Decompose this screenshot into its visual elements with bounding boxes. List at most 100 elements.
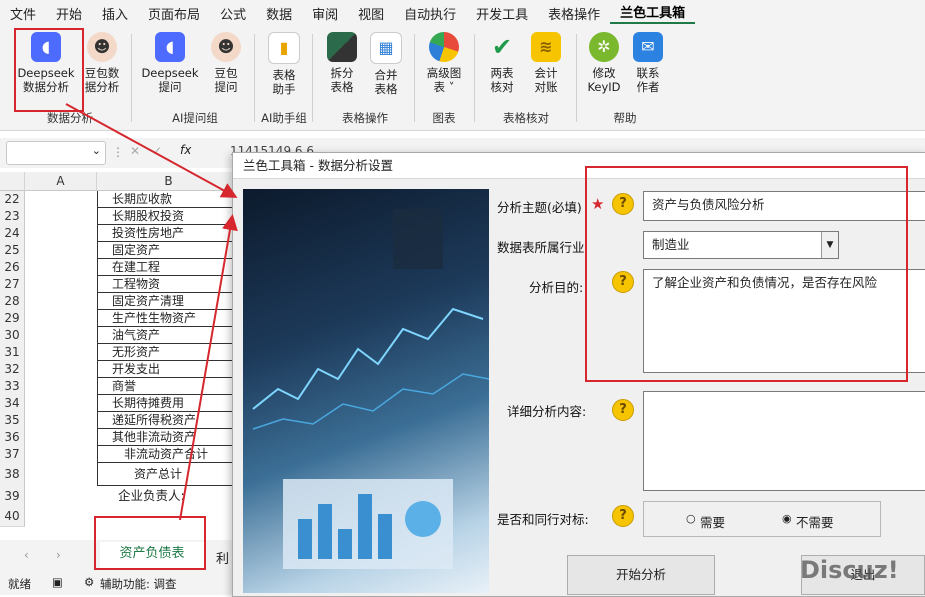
tab-next-icon[interactable]: › <box>56 548 61 562</box>
row-header[interactable]: 34 <box>0 395 25 413</box>
corner-select-all[interactable] <box>0 172 25 191</box>
row-header[interactable]: 35 <box>0 412 25 430</box>
row-header[interactable]: 29 <box>0 310 25 328</box>
detail-label: 详细分析内容: <box>507 404 587 419</box>
key-gear-icon: ✲ <box>589 32 619 62</box>
cell-b[interactable]: 固定资产清理 <box>97 293 240 310</box>
menu-data[interactable]: 数据 <box>256 4 302 23</box>
highlight-box-fields <box>585 166 908 382</box>
cell-b[interactable]: 固定资产 <box>97 242 240 259</box>
cell-b[interactable]: 资产总计 <box>97 463 240 486</box>
cell-b[interactable]: 生产性生物资产 <box>97 310 240 327</box>
doubao-ask-button[interactable]: ☻ 豆包 提问 <box>204 32 248 94</box>
cell-b[interactable]: 企业负责人: <box>118 486 185 506</box>
dashboard-illustration <box>243 189 489 593</box>
menu-page-layout[interactable]: 页面布局 <box>138 4 210 23</box>
start-analysis-button[interactable]: 开始分析 <box>567 555 715 595</box>
topic-label: 分析主题(必填) <box>497 200 582 215</box>
cell-b[interactable]: 在建工程 <box>97 259 240 276</box>
menu-file[interactable]: 文件 <box>0 4 46 23</box>
watermark: Discuz! <box>800 556 899 584</box>
advanced-chart-button[interactable]: 高级图 表 ˅ <box>420 32 468 94</box>
contact-author-button[interactable]: ✉ 联系 作者 <box>626 32 670 94</box>
row-header[interactable]: 24 <box>0 225 25 243</box>
analysis-settings-dialog: 兰色工具箱 - 数据分析设置 分析主题(必填) ★ ? 资产与负债风险分析 数据… <box>232 152 925 597</box>
cell-b[interactable]: 其他非流动资产 <box>97 429 240 446</box>
radio-need[interactable]: ○ <box>686 512 696 525</box>
split-table-button[interactable]: 拆分 表格 <box>320 32 364 94</box>
group-label-ai-assistant: AI助手组 <box>261 111 307 125</box>
cell-b[interactable]: 长期应收款 <box>97 191 240 208</box>
row-header[interactable]: 37 <box>0 446 25 464</box>
radio-need-label: 需要 <box>700 515 726 530</box>
split-table-icon <box>327 32 357 62</box>
status-accessibility[interactable]: 辅助功能: 调查 <box>100 576 177 592</box>
menu-home[interactable]: 开始 <box>46 4 92 23</box>
cell-b[interactable]: 无形资产 <box>97 344 240 361</box>
sheet-tab-next[interactable]: 利 <box>216 548 229 567</box>
name-box[interactable]: ⌄ <box>6 141 106 165</box>
menu-developer[interactable]: 开发工具 <box>466 4 538 23</box>
column-header-b[interactable]: B <box>97 172 241 191</box>
row-header[interactable]: 25 <box>0 242 25 260</box>
row-header[interactable]: 36 <box>0 429 25 447</box>
row-header[interactable]: 28 <box>0 293 25 311</box>
menu-formulas[interactable]: 公式 <box>210 4 256 23</box>
cell-b[interactable]: 递延所得税资产 <box>97 412 240 429</box>
doubao-avatar-icon: ☻ <box>211 32 241 62</box>
detail-help-icon[interactable]: ? <box>612 399 634 421</box>
cell-b[interactable]: 长期股权投资 <box>97 208 240 225</box>
pie-chart-icon <box>429 32 459 62</box>
worksheet-grid: A B 22 长期应收款 23 长期股权投资 24 投资性房地产 25 固定资产 26 在建工程 2… <box>0 172 241 540</box>
accounting-reconcile-button[interactable]: ≋ 会计 对账 <box>524 32 568 94</box>
two-table-check-button[interactable]: ✔ 两表 核对 <box>480 32 524 94</box>
radio-no-need[interactable]: ◉ <box>782 512 792 525</box>
merge-table-button[interactable]: ▦ 合并 表格 <box>364 32 408 96</box>
row-header[interactable]: 33 <box>0 378 25 396</box>
radio-no-need-label: 不需要 <box>796 515 834 530</box>
menu-lanse-toolbox[interactable]: 兰色工具箱 <box>610 2 696 24</box>
group-label-table-check: 表格核对 <box>503 111 549 125</box>
cell-b[interactable]: 长期待摊费用 <box>97 395 240 412</box>
doubao-analysis-button[interactable]: ☻ 豆包数 据分析 <box>80 32 124 94</box>
menu-view[interactable]: 视图 <box>348 4 394 23</box>
row-header[interactable]: 27 <box>0 276 25 294</box>
row-header[interactable]: 26 <box>0 259 25 277</box>
row-header[interactable]: 23 <box>0 208 25 226</box>
row-header[interactable]: 22 <box>0 191 25 209</box>
status-bar: 就绪 ▣ ⚙ 辅助功能: 调查 <box>0 572 240 595</box>
tab-prev-icon[interactable]: ‹ <box>24 548 29 562</box>
menu-insert[interactable]: 插入 <box>92 4 138 23</box>
row-header[interactable]: 31 <box>0 344 25 362</box>
checkmark-icon: ✔ <box>491 33 513 61</box>
deepseek-ask-button[interactable]: ◖ Deepseek 提问 <box>140 32 200 94</box>
deepseek-whale-icon: ◖ <box>155 32 185 62</box>
row-header[interactable]: 32 <box>0 361 25 379</box>
group-label-chart: 图表 <box>432 111 456 125</box>
merge-table-icon: ▦ <box>370 32 402 64</box>
menu-table-ops[interactable]: 表格操作 <box>538 4 610 23</box>
group-label-ai-ask: AI提问组 <box>172 111 218 125</box>
cell-b[interactable]: 工程物资 <box>97 276 240 293</box>
cell-b[interactable]: 油气资产 <box>97 327 240 344</box>
row-header[interactable]: 40 <box>0 506 25 527</box>
cell-b[interactable]: 商誉 <box>97 378 240 395</box>
row-header[interactable]: 38 <box>0 463 25 487</box>
column-header-a[interactable]: A <box>25 172 97 191</box>
table-assistant-button[interactable]: ▮ 表格 助手 <box>262 32 306 96</box>
menu-review[interactable]: 审阅 <box>302 4 348 23</box>
cell-b[interactable]: 投资性房地产 <box>97 225 240 242</box>
macro-icon[interactable]: ▣ <box>52 575 63 589</box>
coins-icon: ≋ <box>531 32 561 62</box>
menu-automate[interactable]: 自动执行 <box>394 4 466 23</box>
detail-textarea[interactable] <box>643 391 925 491</box>
cell-b[interactable]: 开发支出 <box>97 361 240 378</box>
benchmark-help-icon[interactable]: ? <box>612 505 634 527</box>
cancel-icon[interactable]: ✕ <box>130 144 140 158</box>
modify-keyid-button[interactable]: ✲ 修改 KeyID <box>582 32 626 94</box>
row-header[interactable]: 39 <box>0 486 25 507</box>
enter-icon[interactable]: ✓ <box>152 144 162 158</box>
cell-b[interactable]: 非流动资产合计 <box>97 446 240 463</box>
row-header[interactable]: 30 <box>0 327 25 345</box>
fx-icon[interactable]: fx <box>180 143 191 157</box>
